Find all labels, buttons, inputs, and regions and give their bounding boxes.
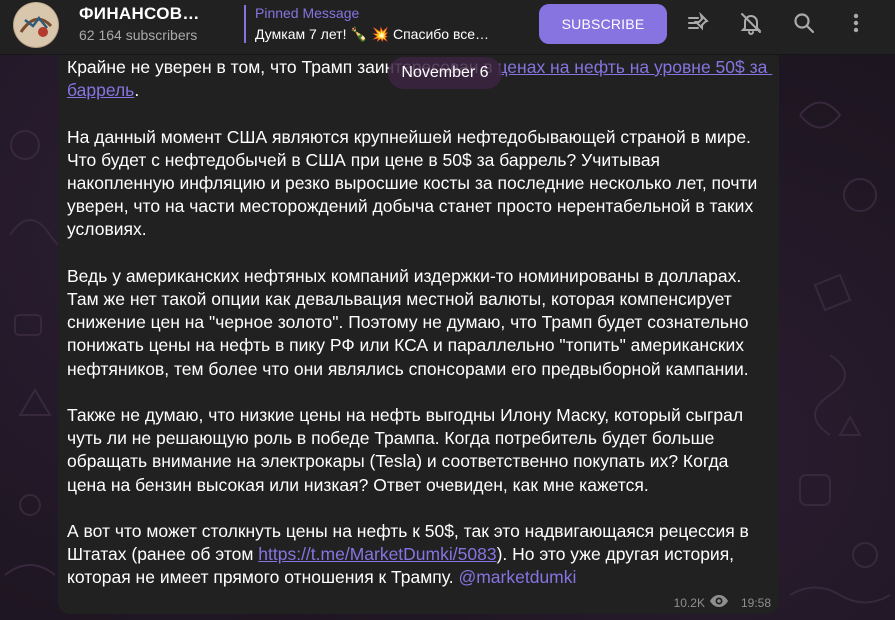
message-bubble: Крайне не уверен в том, что Трамп заинте… — [58, 48, 779, 614]
message-text: Крайне не уверен в том, что Трамп заинте… — [67, 56, 770, 590]
subscribe-button[interactable]: SUBSCRIBE — [539, 4, 667, 44]
channel-avatar[interactable] — [13, 2, 59, 48]
message-time: 19:58 — [740, 595, 771, 610]
pinned-message-title: Pinned Message — [255, 5, 360, 21]
message-paragraph: На данный момент США являются крупнейшей… — [67, 126, 763, 240]
message-paragraph: Ведь у американских нефтяных компаний из… — [67, 265, 754, 379]
bell-muted-icon[interactable] — [738, 10, 764, 36]
market-dumki-link[interactable]: https://t.me/MarketDumki/5083 — [258, 544, 496, 564]
search-icon[interactable] — [791, 10, 817, 36]
message-paragraph: Также не думаю, что низкие цены на нефть… — [67, 405, 748, 495]
channel-title[interactable]: ФИНАНСОВ… — [79, 4, 229, 24]
date-separator: November 6 — [388, 57, 502, 89]
chat-header: ФИНАНСОВ… 62 164 subscribers Pinned Mess… — [0, 0, 895, 55]
message-text-span: . — [134, 80, 140, 101]
pin-list-icon[interactable] — [685, 10, 711, 36]
message-meta: 10.2K 19:58 — [674, 595, 771, 610]
channel-mention-link[interactable]: @marketdumki — [458, 567, 576, 587]
more-vertical-icon[interactable] — [843, 10, 869, 36]
pinned-message-bar[interactable]: Pinned Message Думкам 7 лет! 🍾 💥 Спасибо… — [244, 5, 519, 43]
message-paragraph: А вот что может столкнуть цены на нефть … — [67, 520, 770, 590]
view-count: 10.2K — [673, 595, 705, 610]
subscriber-count: 62 164 subscribers — [79, 27, 198, 43]
avatar-logo-icon — [14, 3, 58, 47]
pinned-message-text: Думкам 7 лет! 🍾 💥 Спасибо все… — [255, 26, 490, 42]
views-eye-icon — [709, 595, 728, 610]
